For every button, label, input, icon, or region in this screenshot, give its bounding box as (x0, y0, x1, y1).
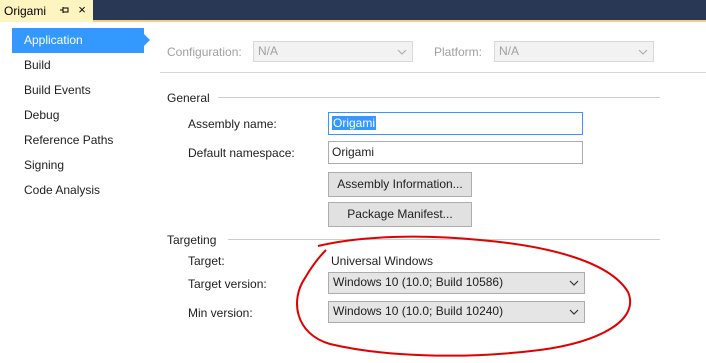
platform-label: Platform: (434, 45, 483, 59)
selected-arrow-icon (144, 34, 150, 46)
nav-item-label: Signing (24, 158, 65, 172)
document-tab-origami[interactable]: Origami × (0, 0, 93, 22)
pin-icon[interactable] (59, 4, 71, 16)
project-properties-window: { "document_tab": { "title": "Origami", … (0, 0, 706, 363)
chevron-down-icon (396, 45, 408, 57)
nav-item-label: Build (24, 58, 51, 72)
configuration-value: N/A (258, 44, 279, 58)
nav-item-build[interactable]: Build (12, 53, 144, 78)
document-tab-strip: Origami × (0, 0, 706, 22)
configuration-label: Configuration: (167, 45, 242, 59)
chevron-down-icon (637, 45, 649, 57)
platform-value: N/A (499, 44, 520, 58)
default-namespace-value: Origami (332, 145, 375, 159)
default-namespace-input[interactable]: Origami (328, 141, 583, 164)
config-separator (160, 72, 706, 73)
nav-item-label: Code Analysis (24, 183, 101, 197)
nav-item-label: Reference Paths (24, 133, 114, 147)
min-version-value: Windows 10 (10.0; Build 10240) (333, 304, 504, 318)
nav-item-label: Build Events (24, 83, 91, 97)
chevron-down-icon (568, 305, 580, 317)
min-version-select[interactable]: Windows 10 (10.0; Build 10240) (328, 301, 585, 323)
targeting-section-title: Targeting (167, 233, 217, 247)
nav-item-build-events[interactable]: Build Events (12, 78, 144, 103)
assembly-name-value: Origami (332, 116, 377, 130)
targeting-divider (228, 239, 660, 240)
nav-item-application[interactable]: Application (12, 28, 144, 53)
nav-item-label: Debug (24, 108, 60, 122)
target-version-value: Windows 10 (10.0; Build 10586) (333, 275, 504, 289)
target-label: Target: (188, 254, 225, 268)
document-tab-title: Origami (4, 4, 47, 18)
nav-item-signing[interactable]: Signing (12, 153, 144, 178)
platform-select[interactable]: N/A (494, 41, 654, 62)
chevron-down-icon (568, 276, 580, 288)
nav-item-code-analysis[interactable]: Code Analysis (12, 178, 144, 203)
assembly-name-input[interactable]: Origami (328, 112, 583, 135)
package-manifest-button[interactable]: Package Manifest... (328, 202, 472, 227)
general-divider (218, 97, 660, 98)
assembly-name-label: Assembly name: (188, 117, 277, 131)
general-section-title: General (167, 91, 210, 105)
target-value: Universal Windows (331, 254, 434, 268)
nav-item-label: Application (24, 33, 83, 47)
target-version-select[interactable]: Windows 10 (10.0; Build 10586) (328, 272, 585, 294)
nav-item-reference-paths[interactable]: Reference Paths (12, 128, 144, 153)
default-namespace-label: Default namespace: (188, 146, 295, 160)
property-pages-nav: Application Build Build Events Debug Ref… (0, 22, 150, 363)
target-version-label: Target version: (188, 277, 267, 291)
assembly-information-button[interactable]: Assembly Information... (328, 172, 472, 197)
configuration-select[interactable]: N/A (253, 41, 413, 62)
nav-item-debug[interactable]: Debug (12, 103, 144, 128)
close-icon[interactable]: × (75, 3, 89, 17)
min-version-label: Min version: (188, 306, 253, 320)
